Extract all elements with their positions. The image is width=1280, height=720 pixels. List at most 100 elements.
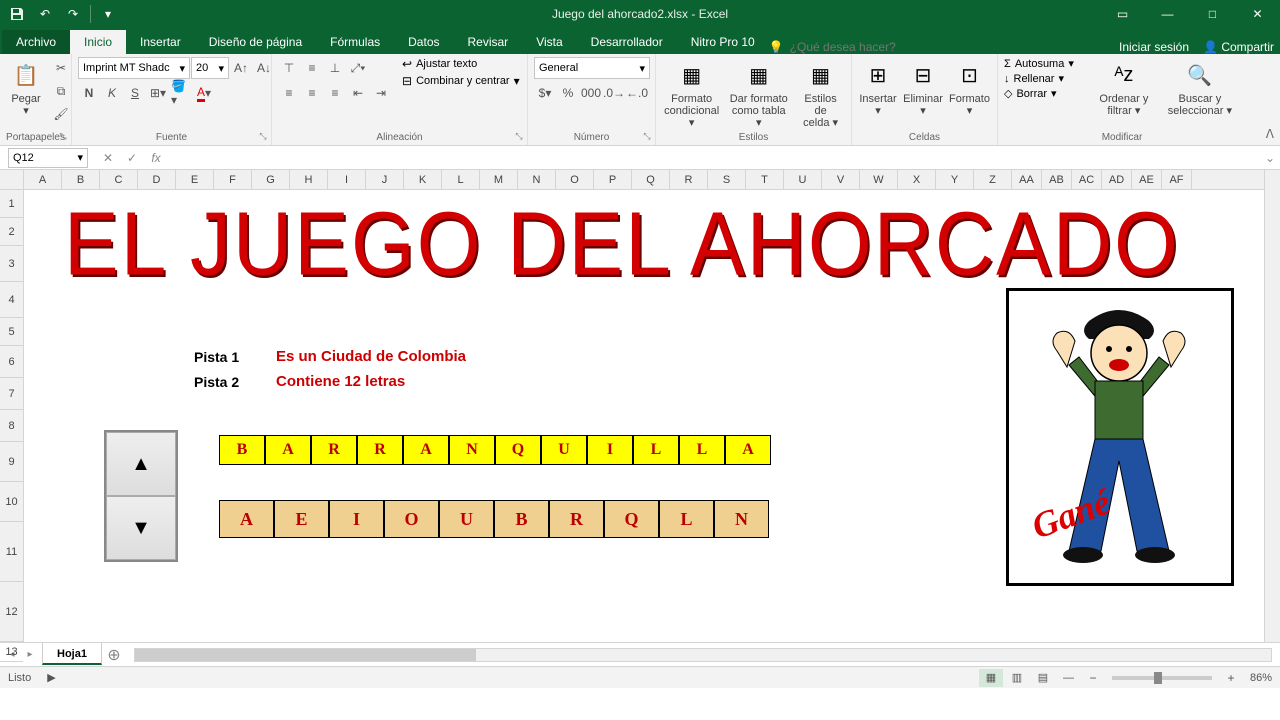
spinner-up-button[interactable]: ▲: [106, 432, 176, 496]
merge-center-button[interactable]: ⊟Combinar y centrar▾: [402, 74, 520, 88]
sign-in-link[interactable]: Iniciar sesión: [1119, 40, 1189, 54]
col-header-AA[interactable]: AA: [1012, 170, 1042, 189]
row-header-9[interactable]: 9: [0, 442, 23, 482]
zoom-level[interactable]: 86%: [1250, 672, 1272, 684]
col-header-N[interactable]: N: [518, 170, 556, 189]
format-cells-button[interactable]: ⊡Formato▾: [948, 57, 991, 119]
increase-indent-button[interactable]: ⇥: [370, 82, 392, 104]
minimize-button[interactable]: ―: [1145, 0, 1190, 28]
fill-color-button[interactable]: 🪣▾: [170, 82, 192, 104]
increase-font-button[interactable]: A↑: [230, 57, 252, 79]
col-header-R[interactable]: R: [670, 170, 708, 189]
align-top-button[interactable]: ⊤: [278, 57, 300, 79]
col-header-AD[interactable]: AD: [1102, 170, 1132, 189]
insert-cells-button[interactable]: ⊞Insertar▾: [858, 57, 898, 119]
align-left-button[interactable]: ≡: [278, 82, 300, 104]
col-header-AC[interactable]: AC: [1072, 170, 1102, 189]
wrap-text-button[interactable]: ↩Ajustar texto: [402, 57, 520, 71]
sheet-tab-hoja1[interactable]: Hoja1: [42, 643, 102, 665]
tab-formulas[interactable]: Fórmulas: [316, 30, 394, 54]
col-header-W[interactable]: W: [860, 170, 898, 189]
font-color-button[interactable]: A▾: [193, 82, 215, 104]
share-button[interactable]: 👤 Compartir: [1203, 40, 1274, 54]
font-name-combo[interactable]: Imprint MT Shadc▾: [78, 57, 190, 79]
zoom-slider[interactable]: [1112, 676, 1212, 680]
page-layout-view-button[interactable]: ▥: [1005, 669, 1029, 687]
undo-button[interactable]: ↶: [32, 2, 58, 26]
tell-me-input[interactable]: [790, 40, 930, 54]
col-header-K[interactable]: K: [404, 170, 442, 189]
enter-formula-button[interactable]: ✓: [120, 148, 144, 168]
spinner-down-button[interactable]: ▼: [106, 496, 176, 560]
save-button[interactable]: [4, 2, 30, 26]
col-header-O[interactable]: O: [556, 170, 594, 189]
col-header-Y[interactable]: Y: [936, 170, 974, 189]
row-header-5[interactable]: 5: [0, 318, 23, 346]
italic-button[interactable]: K: [101, 82, 123, 104]
zoom-out-button[interactable]: −: [1082, 667, 1104, 689]
col-header-L[interactable]: L: [442, 170, 480, 189]
cell-styles-button[interactable]: ▦Estilos de celda ▾: [796, 57, 845, 131]
tab-review[interactable]: Revisar: [454, 30, 523, 54]
col-header-AB[interactable]: AB: [1042, 170, 1072, 189]
col-header-AE[interactable]: AE: [1132, 170, 1162, 189]
copy-button[interactable]: ⧉: [50, 80, 72, 102]
comma-format-button[interactable]: 000: [580, 82, 602, 104]
vertical-scrollbar[interactable]: [1264, 170, 1280, 642]
col-header-J[interactable]: J: [366, 170, 404, 189]
row-header-13[interactable]: 13: [0, 642, 23, 662]
collapse-ribbon-button[interactable]: ᐱ: [1266, 127, 1274, 141]
col-header-AF[interactable]: AF: [1162, 170, 1192, 189]
row-header-1[interactable]: 1: [0, 190, 23, 218]
row-header-6[interactable]: 6: [0, 346, 23, 378]
horizontal-scrollbar[interactable]: [134, 648, 1272, 662]
maximize-button[interactable]: □: [1190, 0, 1235, 28]
col-header-P[interactable]: P: [594, 170, 632, 189]
qat-customize-button[interactable]: ▾: [95, 2, 121, 26]
col-header-C[interactable]: C: [100, 170, 138, 189]
number-launcher[interactable]: ⤡: [641, 131, 653, 143]
clear-button[interactable]: ◇ Borrar ▾: [1004, 87, 1088, 100]
sort-filter-button[interactable]: ᴬzOrdenar y filtrar ▾: [1092, 57, 1156, 119]
find-select-button[interactable]: 🔍Buscar y seleccionar ▾: [1160, 57, 1240, 119]
formula-input[interactable]: [168, 148, 1260, 168]
fill-button[interactable]: ↓ Rellenar ▾: [1004, 72, 1088, 85]
macro-record-icon[interactable]: ▶: [47, 671, 55, 684]
name-box[interactable]: Q12▾: [8, 148, 88, 168]
alignment-launcher[interactable]: ⤡: [513, 131, 525, 143]
col-header-A[interactable]: A: [24, 170, 62, 189]
format-painter-button[interactable]: 🖌: [50, 103, 72, 125]
row-header-3[interactable]: 3: [0, 246, 23, 282]
row-header-8[interactable]: 8: [0, 410, 23, 442]
underline-button[interactable]: S: [124, 82, 146, 104]
sheet-nav-next[interactable]: ▸: [22, 647, 38, 663]
col-header-H[interactable]: H: [290, 170, 328, 189]
col-header-G[interactable]: G: [252, 170, 290, 189]
align-right-button[interactable]: ≡: [324, 82, 346, 104]
delete-cells-button[interactable]: ⊟Eliminar▾: [902, 57, 944, 119]
zoom-in-button[interactable]: +: [1220, 667, 1242, 689]
border-button[interactable]: ⊞▾: [147, 82, 169, 104]
conditional-format-button[interactable]: ▦Formato condicional ▾: [662, 57, 721, 131]
col-header-F[interactable]: F: [214, 170, 252, 189]
font-launcher[interactable]: ⤡: [257, 131, 269, 143]
tab-data[interactable]: Datos: [394, 30, 453, 54]
close-button[interactable]: ✕: [1235, 0, 1280, 28]
number-format-combo[interactable]: General▾: [534, 57, 650, 79]
col-header-Z[interactable]: Z: [974, 170, 1012, 189]
tab-nitro[interactable]: Nitro Pro 10: [677, 30, 769, 54]
bold-button[interactable]: N: [78, 82, 100, 104]
col-header-X[interactable]: X: [898, 170, 936, 189]
paste-button[interactable]: 📋 Pegar▾: [6, 57, 46, 119]
ribbon-options-button[interactable]: ▭: [1100, 0, 1145, 28]
col-header-D[interactable]: D: [138, 170, 176, 189]
orientation-button[interactable]: ⤢▾: [347, 57, 369, 79]
row-header-10[interactable]: 10: [0, 482, 23, 522]
decrease-indent-button[interactable]: ⇤: [347, 82, 369, 104]
col-header-U[interactable]: U: [784, 170, 822, 189]
col-header-I[interactable]: I: [328, 170, 366, 189]
redo-button[interactable]: ↷: [60, 2, 86, 26]
col-header-E[interactable]: E: [176, 170, 214, 189]
decrease-decimal-button[interactable]: ←.0: [626, 82, 648, 104]
format-table-button[interactable]: ▦Dar formato como tabla ▾: [725, 57, 792, 131]
